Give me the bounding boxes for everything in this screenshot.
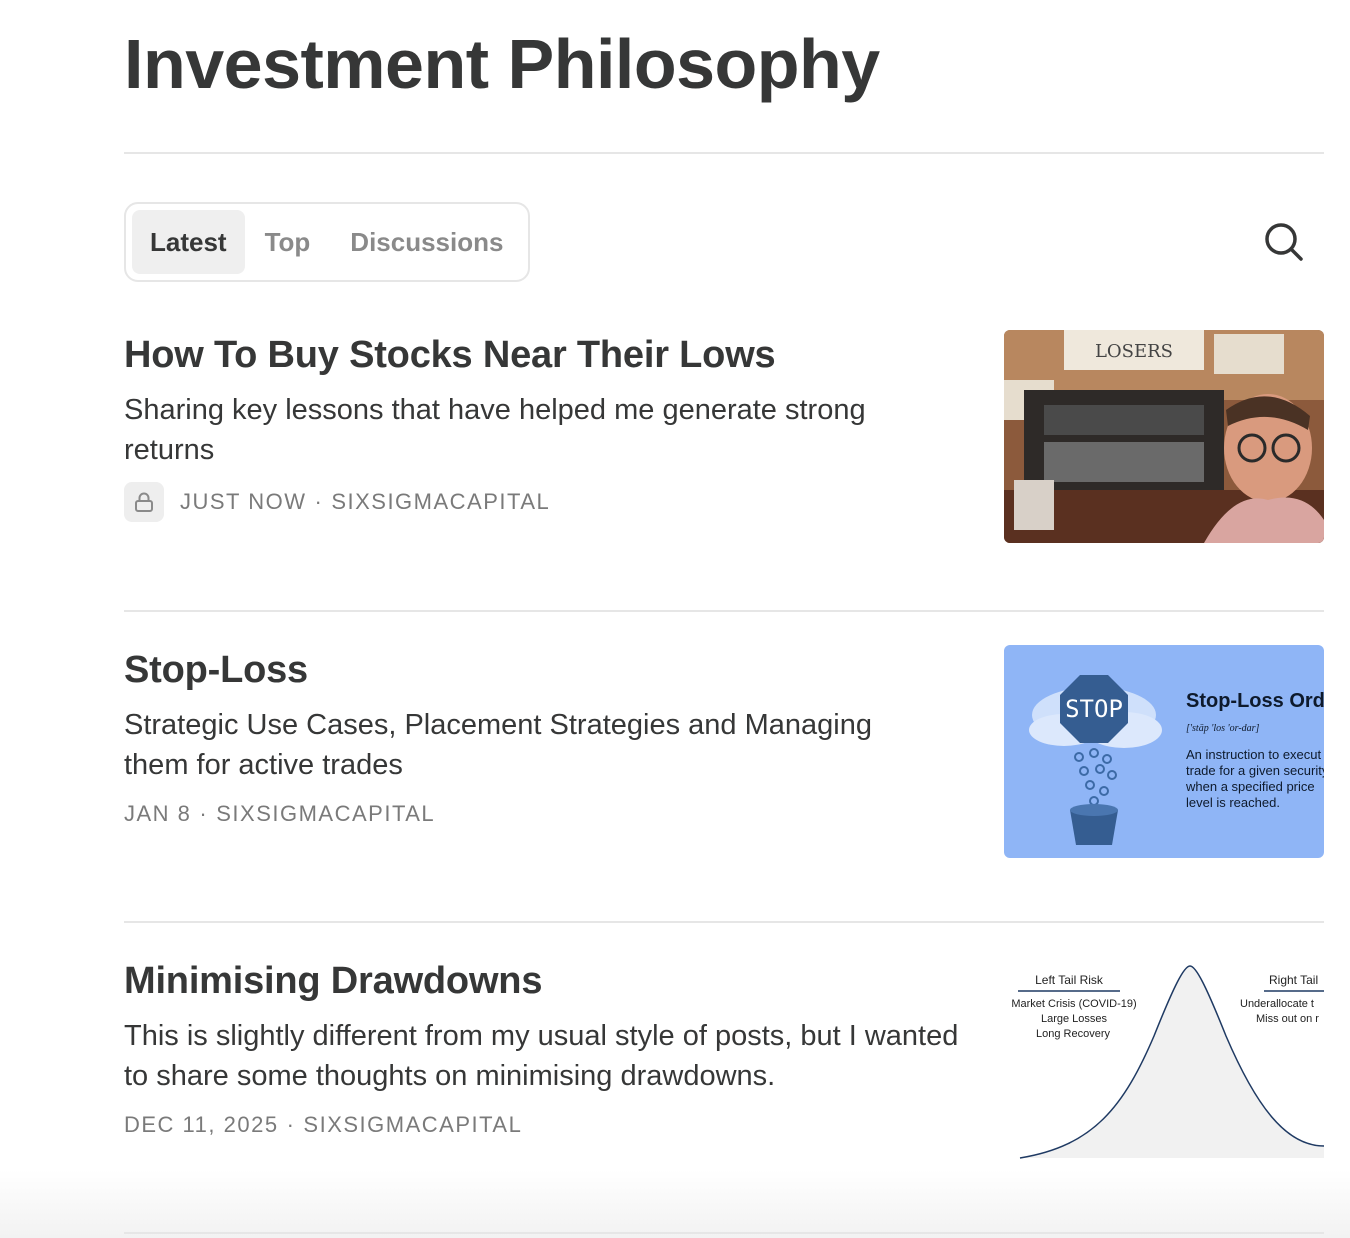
- thumbnail-heading: Stop-Loss Orde: [1186, 690, 1324, 712]
- left-tail-line: Market Crisis (COVID-19): [1011, 998, 1136, 1010]
- thumbnail-definition-line: when a specified price: [1185, 779, 1315, 794]
- paywall-lock: [124, 482, 164, 522]
- post-title[interactable]: Minimising Drawdowns: [124, 960, 542, 1003]
- page-title: Investment Philosophy: [124, 25, 880, 103]
- post-divider: [124, 921, 1324, 923]
- right-tail-line: Miss out on r: [1256, 1013, 1319, 1025]
- post-meta: JUST NOW · SIXSIGMACAPITAL: [124, 482, 550, 522]
- post-subtitle: This is slightly different from my usual…: [124, 1020, 959, 1092]
- post-date: JUST NOW: [180, 489, 307, 514]
- tab-discussions[interactable]: Discussions: [332, 210, 521, 274]
- thumbnail-definition-line: level is reached.: [1186, 795, 1280, 810]
- right-tail-title: Right Tail: [1269, 973, 1318, 987]
- stop-sign-text: STOP: [1065, 695, 1123, 723]
- tab-latest[interactable]: Latest: [132, 210, 245, 274]
- post-subtitle: Strategic Use Cases, Placement Strategie…: [124, 709, 872, 781]
- post-author[interactable]: SIXSIGMACAPITAL: [331, 489, 550, 515]
- post-thumbnail-image[interactable]: STOP Stop-Loss Orde ['stäp 'los 'or-dar]…: [1004, 645, 1324, 858]
- post-tabs: Latest Top Discussions: [124, 202, 530, 282]
- left-tail-line: Large Losses: [1041, 1013, 1108, 1025]
- post-divider: [124, 1232, 1324, 1234]
- lock-icon: [135, 492, 153, 512]
- bottom-fade: [0, 1170, 1350, 1238]
- search-icon: [1265, 223, 1303, 261]
- meta-separator: ·: [286, 1112, 296, 1137]
- meta-separator: ·: [199, 801, 209, 826]
- post-meta: JAN 8 · SIXSIGMACAPITAL: [124, 801, 435, 827]
- left-tail-title: Left Tail Risk: [1035, 973, 1104, 987]
- thumbnail-sign-text: LOSERS: [1095, 341, 1173, 362]
- thumbnail-definition-line: trade for a given security: [1186, 763, 1324, 778]
- post-divider: [124, 610, 1324, 612]
- post-item[interactable]: Stop-Loss Strategic Use Cases, Placement…: [124, 645, 1324, 865]
- meta-separator: ·: [314, 489, 324, 514]
- post-subtitle: Sharing key lessons that have helped me …: [124, 394, 866, 466]
- thumbnail-pronunciation: ['stäp 'los 'or-dar]: [1186, 723, 1260, 734]
- post-date: JAN 8: [124, 801, 192, 826]
- title-divider: [124, 152, 1324, 154]
- search-button[interactable]: [1262, 220, 1306, 264]
- post-title[interactable]: Stop-Loss: [124, 649, 308, 692]
- post-item[interactable]: How To Buy Stocks Near Their Lows Sharin…: [124, 330, 1324, 550]
- right-tail-line: Underallocate t: [1240, 998, 1314, 1010]
- post-thumbnail-image[interactable]: Left Tail Risk Market Crisis (COVID-19) …: [1004, 956, 1324, 1169]
- post-meta: DEC 11, 2025 · SIXSIGMACAPITAL: [124, 1112, 522, 1138]
- post-item[interactable]: Minimising Drawdowns This is slightly di…: [124, 956, 1324, 1176]
- post-author[interactable]: SIXSIGMACAPITAL: [303, 1112, 522, 1138]
- post-date: DEC 11, 2025: [124, 1112, 279, 1137]
- tab-top[interactable]: Top: [245, 210, 333, 274]
- left-tail-line: Long Recovery: [1036, 1028, 1110, 1040]
- thumbnail-definition-line: An instruction to execut: [1186, 747, 1322, 762]
- post-title[interactable]: How To Buy Stocks Near Their Lows: [124, 334, 776, 377]
- post-thumbnail-image[interactable]: LOSERS: [1004, 330, 1324, 543]
- post-author[interactable]: SIXSIGMACAPITAL: [216, 801, 435, 827]
